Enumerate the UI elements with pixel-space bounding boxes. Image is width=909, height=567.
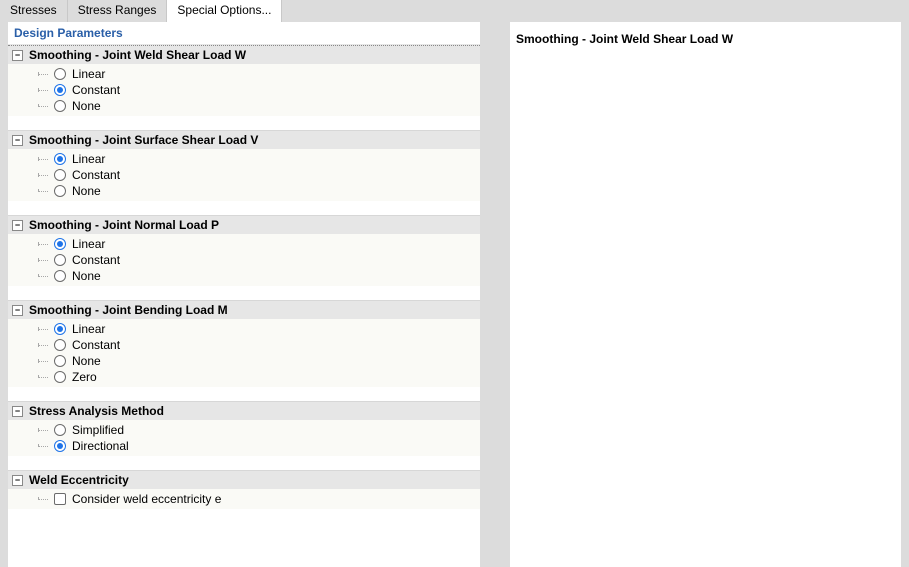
group-title: Smoothing - Joint Bending Load M xyxy=(29,303,228,317)
group-header-smooth-v[interactable]: − Smoothing - Joint Surface Shear Load V xyxy=(8,130,480,149)
tab-stresses[interactable]: Stresses xyxy=(0,0,68,22)
tree-inner: − Smoothing - Joint Weld Shear Load W Li… xyxy=(8,45,480,567)
group-options-stress-method: Simplified Directional xyxy=(8,420,480,456)
option-label: Linear xyxy=(72,151,105,167)
radio-icon[interactable] xyxy=(54,339,66,351)
collapse-icon[interactable]: − xyxy=(12,406,23,417)
parameter-tree[interactable]: − Smoothing - Joint Weld Shear Load W Li… xyxy=(8,44,480,567)
option-label: Linear xyxy=(72,236,105,252)
option-row[interactable]: None xyxy=(8,183,480,199)
content: Design Parameters − Smoothing - Joint We… xyxy=(0,22,909,567)
spacer xyxy=(8,456,480,470)
option-row[interactable]: Constant xyxy=(8,337,480,353)
spacer xyxy=(8,286,480,300)
group-header-weld-ecc[interactable]: − Weld Eccentricity xyxy=(8,470,480,489)
group-title: Smoothing - Joint Normal Load P xyxy=(29,218,219,232)
group-options-smooth-v: Linear Constant None xyxy=(8,149,480,201)
radio-icon[interactable] xyxy=(54,84,66,96)
details-title: Smoothing - Joint Weld Shear Load W xyxy=(510,22,901,56)
radio-icon[interactable] xyxy=(54,254,66,266)
radio-icon[interactable] xyxy=(54,153,66,165)
radio-icon[interactable] xyxy=(54,68,66,80)
checkbox-icon[interactable] xyxy=(54,493,66,505)
option-label: None xyxy=(72,268,101,284)
option-row[interactable]: Constant xyxy=(8,167,480,183)
option-row[interactable]: Linear xyxy=(8,321,480,337)
details-panel: Smoothing - Joint Weld Shear Load W xyxy=(510,22,901,567)
group-header-stress-method[interactable]: − Stress Analysis Method xyxy=(8,401,480,420)
option-row[interactable]: Linear xyxy=(8,151,480,167)
option-label: Constant xyxy=(72,252,120,268)
radio-icon[interactable] xyxy=(54,169,66,181)
option-label: Zero xyxy=(72,369,97,385)
collapse-icon[interactable]: − xyxy=(12,220,23,231)
option-row[interactable]: None xyxy=(8,268,480,284)
radio-icon[interactable] xyxy=(54,440,66,452)
option-label: Consider weld eccentricity e xyxy=(72,491,221,507)
option-label: Constant xyxy=(72,167,120,183)
radio-icon[interactable] xyxy=(54,270,66,282)
tab-bar: Stresses Stress Ranges Special Options..… xyxy=(0,0,909,22)
option-label: Directional xyxy=(72,438,129,454)
option-row[interactable]: Linear xyxy=(8,66,480,82)
group-header-smooth-w[interactable]: − Smoothing - Joint Weld Shear Load W xyxy=(8,45,480,64)
group-options-smooth-w: Linear Constant None xyxy=(8,64,480,116)
tab-special-options[interactable]: Special Options... xyxy=(167,0,282,22)
option-row[interactable]: Directional xyxy=(8,438,480,454)
spacer xyxy=(8,201,480,215)
group-header-smooth-m[interactable]: − Smoothing - Joint Bending Load M xyxy=(8,300,480,319)
option-label: None xyxy=(72,183,101,199)
collapse-icon[interactable]: − xyxy=(12,305,23,316)
collapse-icon[interactable]: − xyxy=(12,135,23,146)
group-title: Smoothing - Joint Weld Shear Load W xyxy=(29,48,246,62)
option-row[interactable]: Constant xyxy=(8,252,480,268)
radio-icon[interactable] xyxy=(54,185,66,197)
group-title: Smoothing - Joint Surface Shear Load V xyxy=(29,133,258,147)
group-title: Weld Eccentricity xyxy=(29,473,129,487)
option-row[interactable]: Zero xyxy=(8,369,480,385)
option-label: Constant xyxy=(72,337,120,353)
radio-icon[interactable] xyxy=(54,323,66,335)
spacer xyxy=(8,509,480,567)
option-row[interactable]: Constant xyxy=(8,82,480,98)
radio-icon[interactable] xyxy=(54,371,66,383)
option-label: Linear xyxy=(72,66,105,82)
panel-title: Design Parameters xyxy=(8,22,480,44)
option-label: Constant xyxy=(72,82,120,98)
group-options-weld-ecc: Consider weld eccentricity e xyxy=(8,489,480,509)
option-row[interactable]: Consider weld eccentricity e xyxy=(8,491,480,507)
option-label: None xyxy=(72,98,101,114)
option-row[interactable]: None xyxy=(8,353,480,369)
option-label: Simplified xyxy=(72,422,124,438)
tab-stress-ranges[interactable]: Stress Ranges xyxy=(68,0,168,22)
option-label: Linear xyxy=(72,321,105,337)
collapse-icon[interactable]: − xyxy=(12,50,23,61)
option-row[interactable]: Linear xyxy=(8,236,480,252)
radio-icon[interactable] xyxy=(54,355,66,367)
option-row[interactable]: Simplified xyxy=(8,422,480,438)
group-options-smooth-p: Linear Constant None xyxy=(8,234,480,286)
radio-icon[interactable] xyxy=(54,238,66,250)
group-title: Stress Analysis Method xyxy=(29,404,164,418)
spacer xyxy=(8,116,480,130)
radio-icon[interactable] xyxy=(54,100,66,112)
collapse-icon[interactable]: − xyxy=(12,475,23,486)
group-options-smooth-m: Linear Constant None xyxy=(8,319,480,387)
group-header-smooth-p[interactable]: − Smoothing - Joint Normal Load P xyxy=(8,215,480,234)
spacer xyxy=(8,387,480,401)
radio-icon[interactable] xyxy=(54,424,66,436)
parameters-panel: Design Parameters − Smoothing - Joint We… xyxy=(8,22,480,567)
option-row[interactable]: None xyxy=(8,98,480,114)
option-label: None xyxy=(72,353,101,369)
